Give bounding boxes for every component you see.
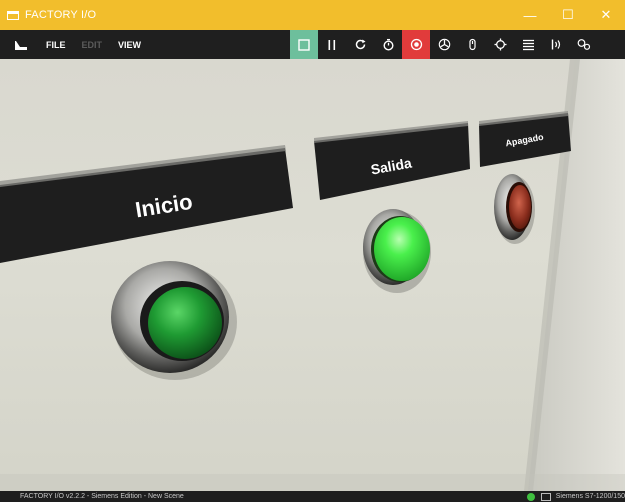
fan-icon: [438, 38, 450, 51]
pause-button[interactable]: [318, 30, 346, 59]
scene-home-icon[interactable]: [14, 39, 28, 51]
close-button[interactable]: ✕: [587, 0, 625, 30]
edit-menu[interactable]: EDIT: [82, 40, 103, 50]
fan-button[interactable]: [430, 30, 458, 59]
select-button[interactable]: [290, 30, 318, 59]
plc-driver-icon: [540, 492, 551, 501]
status-bar: FACTORY I/O v2.2.2 - Siemens Edition - N…: [0, 491, 625, 502]
drivers-button[interactable]: [570, 30, 598, 59]
target-button[interactable]: [486, 30, 514, 59]
window-title: FACTORY I/O: [25, 9, 97, 21]
sensor-icon: [551, 39, 560, 50]
drivers-icon: [577, 39, 591, 50]
factory-io-logo-icon: [7, 10, 19, 20]
record-button[interactable]: [402, 30, 430, 59]
inicio-push-button[interactable]: [111, 261, 237, 380]
file-menu[interactable]: FILE: [46, 40, 66, 50]
apagado-push-button[interactable]: [494, 174, 535, 244]
scene-render: Inicio Salida Apagado: [0, 59, 625, 491]
menu-bar: FILE EDIT VIEW: [0, 30, 625, 59]
salida-green-lamp: [374, 217, 430, 281]
reset-button[interactable]: [346, 30, 374, 59]
timer-icon: [382, 38, 394, 51]
list-button[interactable]: [514, 30, 542, 59]
view-menu[interactable]: VIEW: [118, 40, 141, 50]
pause-icon: [328, 39, 336, 50]
sensor-button[interactable]: [542, 30, 570, 59]
hand-icon: [468, 38, 476, 51]
apagado-red-lamp: [509, 185, 531, 229]
plc-driver-status[interactable]: Siemens S7-1200/150: [556, 493, 625, 500]
target-icon: [494, 38, 506, 51]
hand-button[interactable]: [458, 30, 486, 59]
reset-icon: [355, 39, 365, 50]
maximize-button[interactable]: ☐: [549, 0, 587, 30]
list-icon: [522, 39, 534, 51]
version-status: FACTORY I/O v2.2.2 - Siemens Edition - N…: [20, 493, 184, 500]
minimize-button[interactable]: —: [511, 0, 549, 30]
select-icon: [298, 38, 310, 51]
timer-button[interactable]: [374, 30, 402, 59]
title-bar: FACTORY I/O — ☐ ✕: [0, 0, 625, 30]
toolbar: [290, 30, 598, 59]
salida-push-button[interactable]: [363, 209, 431, 293]
inicio-green-lamp: [148, 287, 222, 359]
scene-viewport[interactable]: Inicio Salida Apagado: [0, 59, 625, 491]
record-icon: [410, 38, 422, 51]
connected-check-icon: [526, 492, 535, 501]
